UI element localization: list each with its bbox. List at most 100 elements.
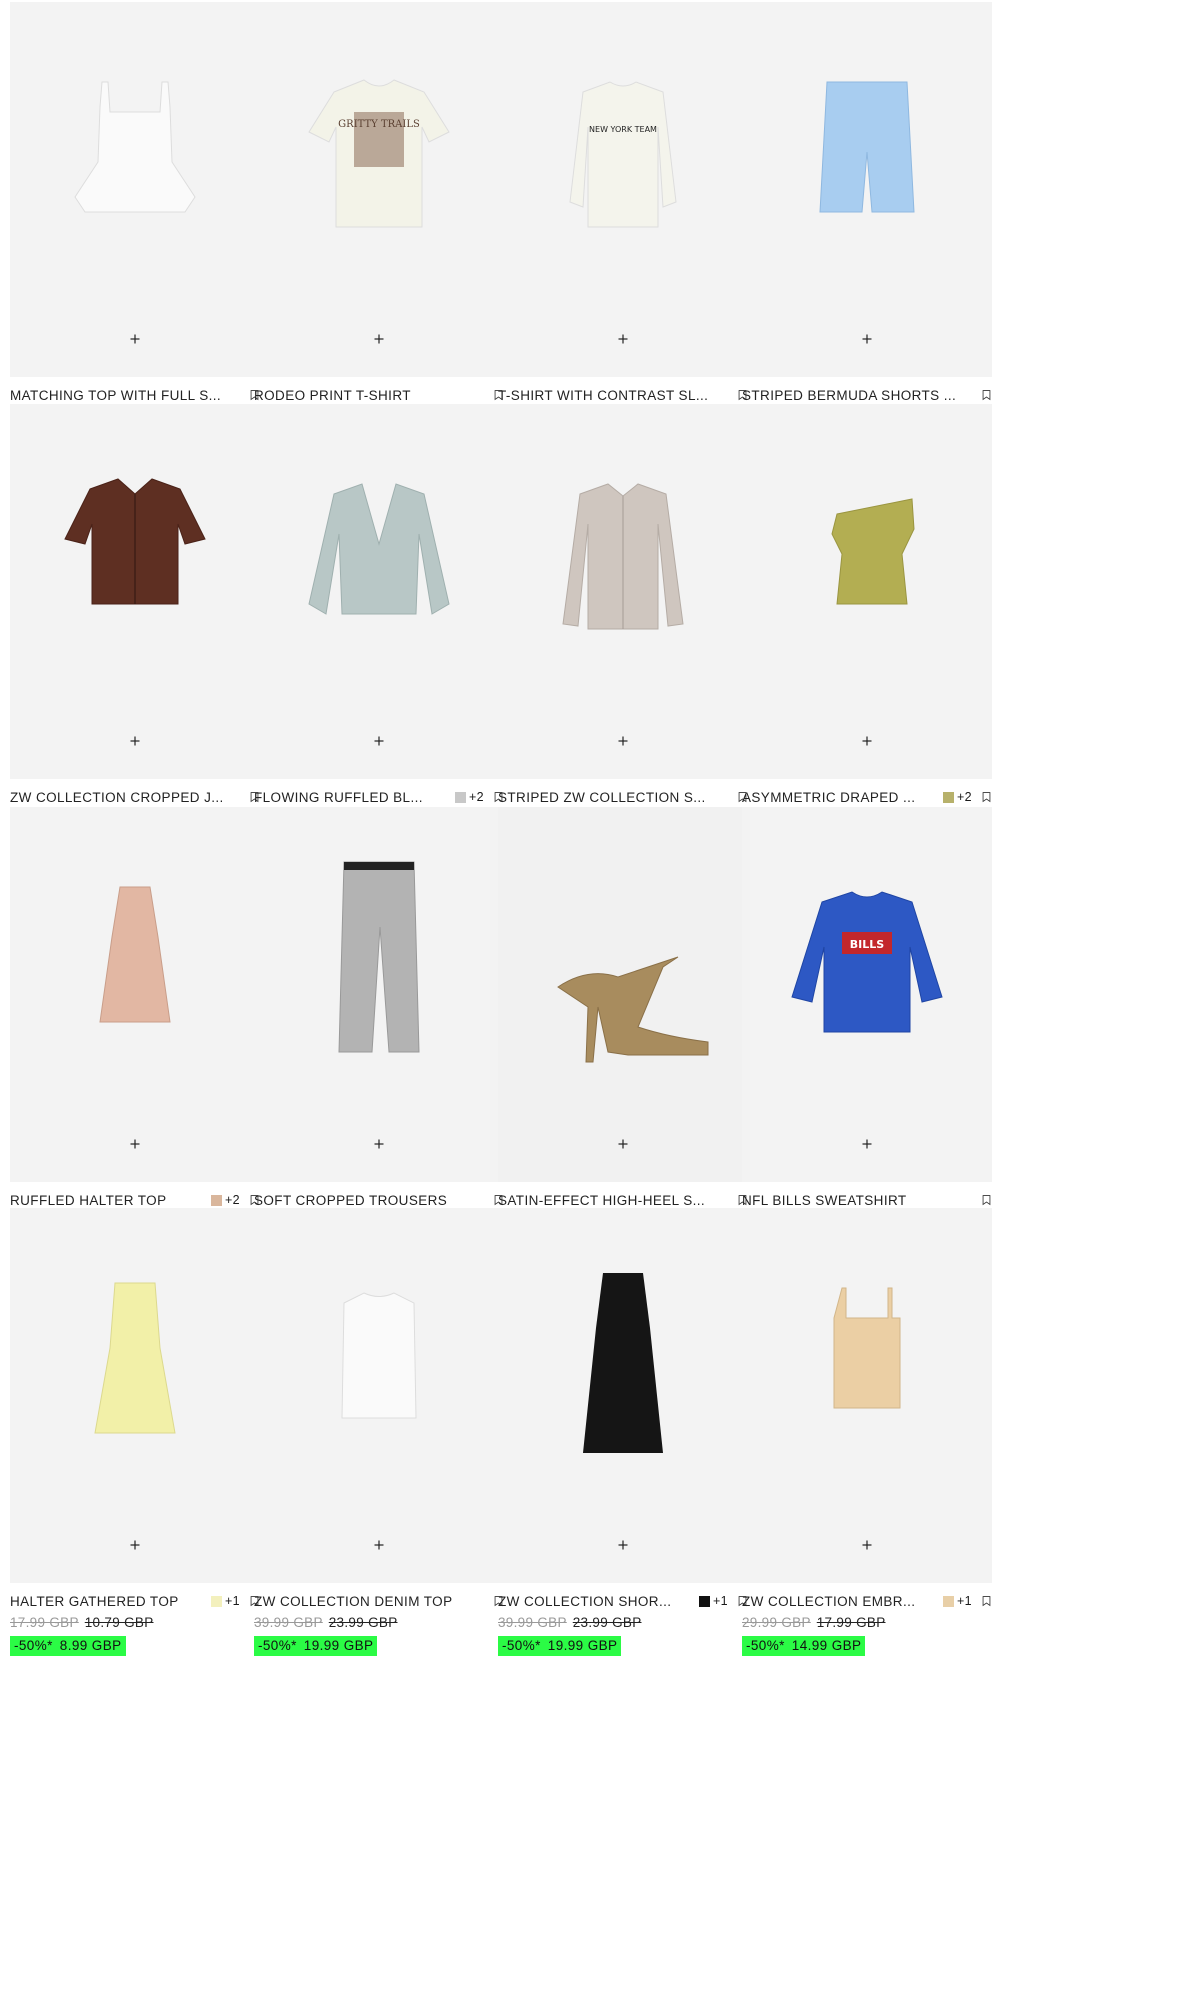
sale-price-badge: -50%* 19.99 GBP (498, 1636, 622, 1656)
more-colors-count: +2 (224, 1193, 240, 1207)
striped-shirt-illustration (562, 483, 684, 630)
more-colors-count: +2 (956, 790, 972, 804)
color-swatch (454, 791, 466, 803)
blue-bermuda-shorts-illustration (819, 81, 915, 213)
product-name[interactable]: T-SHIRT WITH CONTRAST SL... (498, 388, 728, 403)
product-name[interactable]: MATCHING TOP WITH FULL S... (10, 388, 240, 403)
plus-icon (611, 1139, 635, 1159)
product-card[interactable]: ZW COLLECTION DENIM TOP 39.99 GBP 23.99 GB… (254, 1208, 506, 1708)
plus-icon (123, 334, 147, 354)
pink-halter-top-illustration (99, 886, 171, 1023)
product-image[interactable] (10, 807, 260, 1182)
add-to-cart-button[interactable] (855, 327, 879, 351)
black-short-dress-illustration (583, 1273, 663, 1453)
product-image[interactable] (498, 1208, 748, 1583)
add-to-cart-button[interactable] (123, 729, 147, 753)
product-image[interactable]: GRITTY TRAILS (254, 2, 504, 377)
product-image[interactable] (742, 404, 992, 779)
plus-icon (367, 736, 391, 756)
product-name-line: ZW COLLECTION SHOR... +1 (498, 1592, 750, 1610)
add-to-cart-button[interactable] (123, 1132, 147, 1156)
plus-icon (367, 1139, 391, 1159)
product-image[interactable] (498, 807, 748, 1182)
bookmark-icon[interactable] (978, 1593, 994, 1609)
white-peplum-top-illustration (74, 81, 196, 213)
add-to-cart-button[interactable] (367, 1533, 391, 1557)
plus-icon (123, 1139, 147, 1159)
product-card[interactable]: HALTER GATHERED TOP +1 17.99 GBP 10.79 GBP -… (10, 1208, 262, 1708)
color-swatch (698, 1595, 710, 1607)
product-name[interactable]: RODEO PRINT T-SHIRT (254, 388, 484, 403)
bookmark-icon[interactable] (978, 387, 994, 403)
color-swatch (210, 1595, 222, 1607)
product-card[interactable]: ZW COLLECTION SHOR... +1 39.99 GBP 23.99 GB… (498, 1208, 750, 1708)
product-name[interactable]: ZW COLLECTION SHOR... (498, 1594, 695, 1609)
plus-icon (123, 1540, 147, 1560)
product-card[interactable]: ZW COLLECTION EMBR... +1 29.99 GBP 17.99 GB… (742, 1208, 994, 1708)
color-swatches[interactable]: +2 (942, 790, 972, 804)
product-name[interactable]: RUFFLED HALTER TOP (10, 1193, 207, 1208)
add-to-cart-button[interactable] (855, 1132, 879, 1156)
product-name-line: NFL BILLS SWEATSHIRT (742, 1191, 994, 1209)
plus-icon (855, 1139, 879, 1159)
product-name[interactable]: SATIN-EFFECT HIGH-HEEL S... (498, 1193, 728, 1208)
product-name[interactable]: STRIPED ZW COLLECTION S... (498, 790, 728, 805)
more-colors-count: +1 (224, 1594, 240, 1608)
color-swatch (942, 1595, 954, 1607)
product-name-line: HALTER GATHERED TOP +1 (10, 1592, 262, 1610)
product-row: HALTER GATHERED TOP +1 17.99 GBP 10.79 GBP -… (10, 1208, 1200, 1722)
bookmark-icon[interactable] (978, 1192, 994, 1208)
color-swatches[interactable]: +2 (210, 1193, 240, 1207)
original-price: 29.99 GBP (742, 1614, 811, 1630)
product-image[interactable] (254, 404, 504, 779)
more-colors-count: +2 (468, 790, 484, 804)
product-name[interactable]: ZW COLLECTION DENIM TOP (254, 1594, 484, 1609)
product-image[interactable] (10, 1208, 260, 1583)
add-to-cart-button[interactable] (855, 1533, 879, 1557)
product-image[interactable] (254, 1208, 504, 1583)
product-image[interactable] (742, 1208, 992, 1583)
product-image[interactable] (10, 404, 260, 779)
product-name-line: FLOWING RUFFLED BL... +2 (254, 788, 506, 806)
product-name[interactable]: FLOWING RUFFLED BL... (254, 790, 451, 805)
add-to-cart-button[interactable] (123, 327, 147, 351)
add-to-cart-button[interactable] (367, 327, 391, 351)
product-info: HALTER GATHERED TOP +1 17.99 GBP 10.79 GBP -… (10, 1592, 262, 1656)
product-name[interactable]: NFL BILLS SWEATSHIRT (742, 1193, 972, 1208)
color-swatches[interactable]: +2 (454, 790, 484, 804)
product-image[interactable]: BILLS (742, 807, 992, 1182)
color-swatches[interactable]: +1 (698, 1594, 728, 1608)
product-info: ZW COLLECTION DENIM TOP 39.99 GBP 23.99 GB… (254, 1592, 506, 1656)
product-name[interactable]: ZW COLLECTION EMBR... (742, 1594, 939, 1609)
color-swatches[interactable]: +1 (942, 1594, 972, 1608)
product-image[interactable] (742, 2, 992, 377)
product-name[interactable]: ZW COLLECTION CROPPED J... (10, 790, 240, 805)
add-to-cart-button[interactable] (611, 327, 635, 351)
bookmark-icon[interactable] (978, 789, 994, 805)
add-to-cart-button[interactable] (611, 729, 635, 753)
price-line: 39.99 GBP 23.99 GBP (254, 1612, 506, 1632)
add-to-cart-button[interactable] (855, 729, 879, 753)
product-image[interactable]: NEW YORK TEAM (498, 2, 748, 377)
product-name[interactable]: STRIPED BERMUDA SHORTS ... (742, 388, 972, 403)
product-name[interactable]: SOFT CROPPED TROUSERS (254, 1193, 484, 1208)
plus-icon (367, 1540, 391, 1560)
plus-icon (855, 1540, 879, 1560)
product-name[interactable]: HALTER GATHERED TOP (10, 1594, 207, 1609)
add-to-cart-button[interactable] (367, 1132, 391, 1156)
plus-icon (123, 736, 147, 756)
product-name[interactable]: ASYMMETRIC DRAPED ... (742, 790, 939, 805)
color-swatches[interactable]: +1 (210, 1594, 240, 1608)
add-to-cart-button[interactable] (367, 729, 391, 753)
price-line: 29.99 GBP 17.99 GBP (742, 1612, 994, 1632)
add-to-cart-button[interactable] (611, 1533, 635, 1557)
add-to-cart-button[interactable] (123, 1533, 147, 1557)
product-image[interactable] (254, 807, 504, 1182)
add-to-cart-button[interactable] (611, 1132, 635, 1156)
product-image[interactable] (498, 404, 748, 779)
svg-text:NEW YORK TEAM: NEW YORK TEAM (589, 125, 657, 134)
product-info: ZW COLLECTION SHOR... +1 39.99 GBP 23.99 GB… (498, 1592, 750, 1656)
product-image[interactable] (10, 2, 260, 377)
original-price: 39.99 GBP (254, 1614, 323, 1630)
discount-percent: -50%* (502, 1638, 541, 1653)
